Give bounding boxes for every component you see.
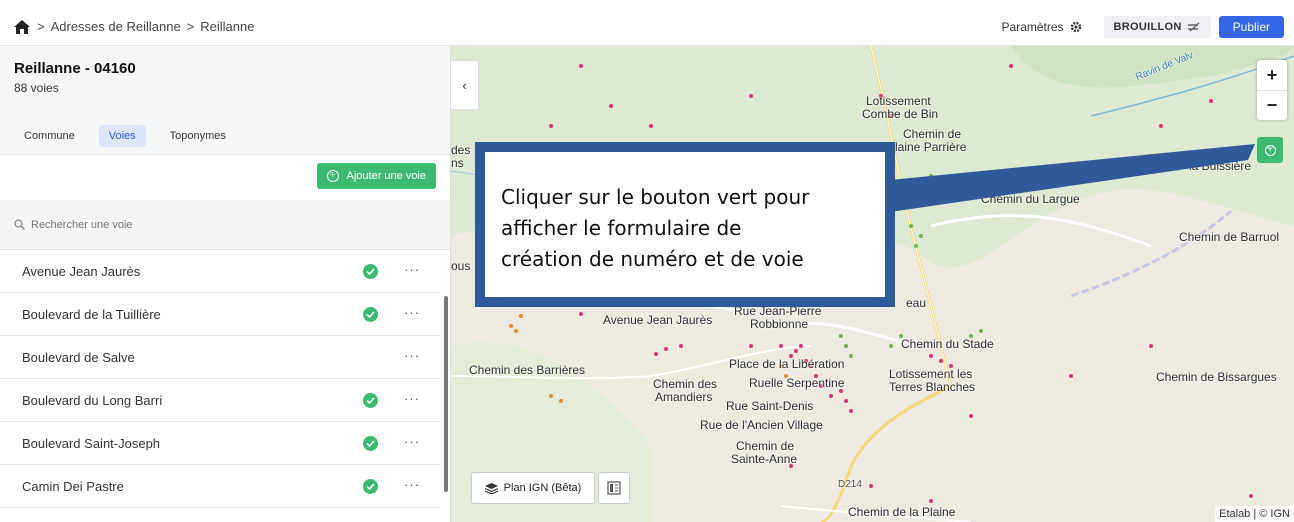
draft-label: BROUILLON — [1113, 20, 1182, 33]
more-options-icon[interactable]: ··· — [404, 348, 420, 363]
breadcrumb-separator: > — [186, 19, 195, 34]
map-label: Chemin des Barrières — [469, 363, 586, 377]
map-label: Chemin du Largue — [981, 192, 1080, 206]
settings-button[interactable]: Paramètres — [1002, 20, 1082, 34]
map-label: Combe de Bin — [862, 107, 939, 121]
legend-button[interactable] — [598, 472, 630, 504]
map-label: Plaine Parrière — [887, 140, 967, 154]
draft-badge[interactable]: BROUILLON — [1103, 15, 1211, 38]
chevron-left-icon: ‹ — [462, 77, 467, 93]
search-icon — [14, 219, 25, 230]
add-voie-row: + Ajouter une voie — [0, 154, 450, 200]
more-options-icon[interactable]: ··· — [404, 477, 420, 492]
zoom-out-button[interactable]: − — [1257, 90, 1287, 120]
annotation-callout: Cliquer sur le bouton vert pour afficher… — [475, 142, 895, 307]
certified-check-icon — [363, 264, 378, 279]
gear-icon — [1070, 21, 1081, 32]
map-label: Chemin de la Plaine — [848, 505, 956, 519]
add-voie-button[interactable]: + Ajouter une voie — [316, 163, 436, 189]
certified-check-icon — [363, 436, 378, 451]
breadcrumb-separator: > — [37, 19, 45, 34]
home-icon[interactable] — [14, 19, 30, 34]
map-attribution: Etalab | © IGN — [1215, 506, 1294, 522]
breadcrumb: > Adresses de Reillanne > Reillanne — [14, 19, 257, 34]
list-item[interactable]: Camin Dei Pastre ··· — [0, 465, 440, 508]
voie-label: Boulevard de Salve — [22, 349, 135, 365]
collapse-sidebar-button[interactable]: ‹ — [451, 60, 479, 110]
map-label: Ruelle Serpentine — [749, 376, 845, 390]
map-label: Chemin du Stade — [901, 337, 994, 351]
breadcrumb-item-adresses[interactable]: Adresses de Reillanne — [51, 19, 181, 34]
sidebar: Reillanne - 04160 88 voies Commune Voies… — [0, 46, 451, 522]
map-label: eau — [906, 296, 927, 310]
map-label: Chemin de Barruol — [1179, 230, 1280, 244]
map-label: ous — [451, 259, 471, 273]
map-label: Sainte-Anne — [731, 452, 798, 466]
list-item[interactable]: Boulevard de la Tuillière ··· — [0, 293, 440, 336]
zoom-control: + − — [1257, 60, 1287, 120]
callout-text: Cliquer sur le bouton vert pour — [501, 185, 810, 209]
certified-check-icon — [363, 307, 378, 322]
search-input[interactable] — [31, 218, 331, 231]
map-label: Terres Blanches — [889, 380, 976, 394]
publish-button[interactable]: Publier — [1218, 15, 1284, 38]
map-label: Amandiers — [655, 390, 713, 404]
callout-text: afficher le formulaire de — [501, 216, 742, 240]
map-label: Avenue Jean Jaurès — [603, 313, 713, 327]
map-label: Rue Saint-Denis — [726, 399, 814, 413]
list-item[interactable]: Boulevard Saint-Joseph ··· — [0, 422, 440, 465]
map-label: Place de la Libération — [729, 357, 845, 371]
voie-label: Boulevard de la Tuillière — [22, 306, 161, 322]
tab-commune[interactable]: Commune — [14, 125, 85, 147]
voie-label: Boulevard du Long Barri — [22, 392, 163, 408]
voies-list: Avenue Jean Jaurès ··· Boulevard de la T… — [0, 250, 450, 508]
map-label: Chemin de Bissargues — [1156, 370, 1277, 384]
voie-label: Camin Dei Pastre — [22, 478, 124, 494]
more-options-icon[interactable]: ··· — [404, 305, 420, 320]
commune-header: Reillanne - 04160 88 voies Commune Voies… — [0, 46, 450, 154]
voie-label: Boulevard Saint-Joseph — [22, 435, 161, 451]
certified-check-icon — [363, 393, 378, 408]
map-label: ns — [451, 156, 464, 170]
draft-toggle-icon — [1187, 21, 1200, 32]
search-bar — [0, 200, 450, 250]
settings-label: Paramètres — [1001, 19, 1064, 34]
plus-circle-icon: + — [1264, 144, 1276, 156]
more-options-icon[interactable]: ··· — [404, 391, 420, 406]
list-item[interactable]: Boulevard de Salve ··· — [0, 336, 440, 379]
add-voie-label: Ajouter une voie — [346, 170, 427, 182]
commune-title: Reillanne - 04160 — [14, 60, 136, 77]
voie-label: Avenue Jean Jaurès — [22, 263, 141, 279]
plus-circle-icon: + — [326, 170, 339, 182]
list-item[interactable]: Boulevard du Long Barri ··· — [0, 379, 440, 422]
zoom-in-button[interactable]: + — [1257, 60, 1287, 90]
list-item[interactable]: Avenue Jean Jaurès ··· — [0, 250, 440, 293]
tab-toponymes[interactable]: Toponymes — [160, 125, 236, 147]
map-label: la Buissière — [1189, 159, 1252, 173]
more-options-icon[interactable]: ··· — [404, 434, 420, 449]
voies-count: 88 voies — [14, 81, 59, 95]
map-label: Robbionne — [750, 317, 809, 331]
layers-icon — [484, 482, 498, 494]
breadcrumb-item-commune[interactable]: Reillanne — [200, 19, 254, 34]
top-bar: > Adresses de Reillanne > Reillanne Para… — [0, 8, 1294, 46]
map-style-label: Plan IGN (Bêta) — [503, 482, 582, 494]
certified-check-icon — [363, 479, 378, 494]
tab-voies[interactable]: Voies — [98, 125, 146, 147]
create-address-button[interactable]: + — [1257, 137, 1283, 163]
more-options-icon[interactable]: ··· — [404, 262, 420, 277]
map-label: D214 — [838, 479, 862, 490]
map-label: Rue de l'Ancien Village — [700, 418, 823, 432]
list-scrollbar[interactable] — [444, 296, 448, 492]
legend-icon — [607, 481, 621, 495]
callout-text: création de numéro et de voie — [501, 247, 804, 271]
map-style-button[interactable]: Plan IGN (Bêta) — [471, 472, 595, 504]
tabs: Commune Voies Toponymes — [14, 125, 436, 147]
